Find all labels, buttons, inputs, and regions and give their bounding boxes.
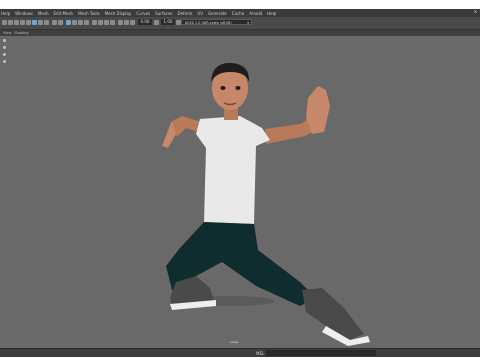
menu-item-arnold[interactable]: Arnold — [249, 11, 262, 16]
panel-menu-shading[interactable]: Shading — [14, 31, 28, 35]
film-gate-icon[interactable] — [38, 20, 43, 25]
image-plane-icon[interactable] — [26, 20, 31, 25]
right-hand — [306, 86, 330, 134]
gate-mask-icon[interactable] — [52, 20, 57, 25]
xray-joints-icon[interactable] — [130, 20, 135, 25]
status-bar: MEL — [0, 348, 480, 357]
textured-icon[interactable] — [78, 20, 83, 25]
motion-blur-icon[interactable] — [104, 20, 109, 25]
resolution-gate-icon[interactable] — [44, 20, 49, 25]
ambient-occlusion-icon[interactable] — [98, 20, 103, 25]
close-icon[interactable]: x — [474, 9, 477, 15]
lock-camera-icon[interactable] — [8, 20, 13, 25]
antialias-icon[interactable] — [110, 20, 115, 25]
mel-label: MEL — [256, 351, 265, 356]
menu-item-help-left[interactable]: Help — [1, 11, 10, 16]
viewport-side-icons — [2, 39, 8, 67]
menu-bar: Help Windows Mesh Edit Mesh Mesh Tools M… — [0, 9, 480, 17]
menu-item-uv[interactable]: UV — [197, 11, 203, 16]
menu-item-deform[interactable]: Deform — [178, 11, 193, 16]
camera-attributes-icon[interactable] — [14, 20, 19, 25]
shadows-icon[interactable] — [92, 20, 97, 25]
panel-menu-view[interactable]: View — [3, 31, 11, 35]
menu-item-windows[interactable]: Windows — [15, 11, 33, 16]
maya-window: Help Windows Mesh Edit Mesh Mesh Tools M… — [0, 9, 480, 357]
grid-icon[interactable] — [32, 20, 37, 25]
select-camera-icon[interactable] — [2, 20, 7, 25]
t-shirt — [196, 116, 270, 224]
menu-item-edit-mesh[interactable]: Edit Mesh — [54, 11, 74, 16]
exposure-field[interactable]: 0.00 — [138, 19, 152, 25]
smooth-shade-icon[interactable] — [72, 20, 77, 25]
view-transform-select[interactable]: ACES 1.0 SDR-video (sRGB) ▾ — [181, 19, 252, 25]
mel-command-input[interactable] — [266, 350, 376, 356]
isolate-select-icon[interactable] — [118, 20, 123, 25]
chevron-down-icon: ▾ — [247, 21, 249, 25]
wireframe-icon[interactable] — [66, 20, 71, 25]
menu-item-cache[interactable]: Cache — [232, 11, 244, 16]
menu-item-surfaces[interactable]: Surfaces — [155, 11, 172, 16]
tool-icon[interactable] — [3, 60, 6, 63]
menu-item-curves[interactable]: Curves — [136, 11, 150, 16]
gamma-field[interactable]: 1.00 — [161, 19, 175, 25]
field-chart-icon[interactable] — [58, 20, 63, 25]
gamma-icon[interactable] — [154, 20, 159, 25]
menu-item-mesh-display[interactable]: Mesh Display — [105, 11, 132, 16]
perspective-viewport[interactable]: persp — [0, 36, 480, 348]
axis-icon[interactable] — [3, 39, 6, 42]
right-eye — [235, 86, 241, 90]
menu-item-mesh-tools[interactable]: Mesh Tools — [78, 11, 100, 16]
snap-icon[interactable] — [3, 53, 6, 56]
character-model — [162, 62, 370, 346]
layout-icon[interactable] — [3, 46, 6, 49]
view-transform-value: ACES 1.0 SDR-video (sRGB) — [185, 21, 232, 25]
viewport-toolbar: 0.00 1.00 ACES 1.0 SDR-video (sRGB) ▾ — [0, 17, 480, 30]
menu-item-generate[interactable]: Generate — [208, 11, 227, 16]
lights-icon[interactable] — [84, 20, 89, 25]
left-eye — [220, 86, 226, 90]
menu-item-help[interactable]: Help — [267, 11, 276, 16]
menu-item-mesh[interactable]: Mesh — [38, 11, 49, 16]
bookmark-icon[interactable] — [20, 20, 25, 25]
camera-name-label: persp — [230, 340, 239, 344]
xray-icon[interactable] — [124, 20, 129, 25]
